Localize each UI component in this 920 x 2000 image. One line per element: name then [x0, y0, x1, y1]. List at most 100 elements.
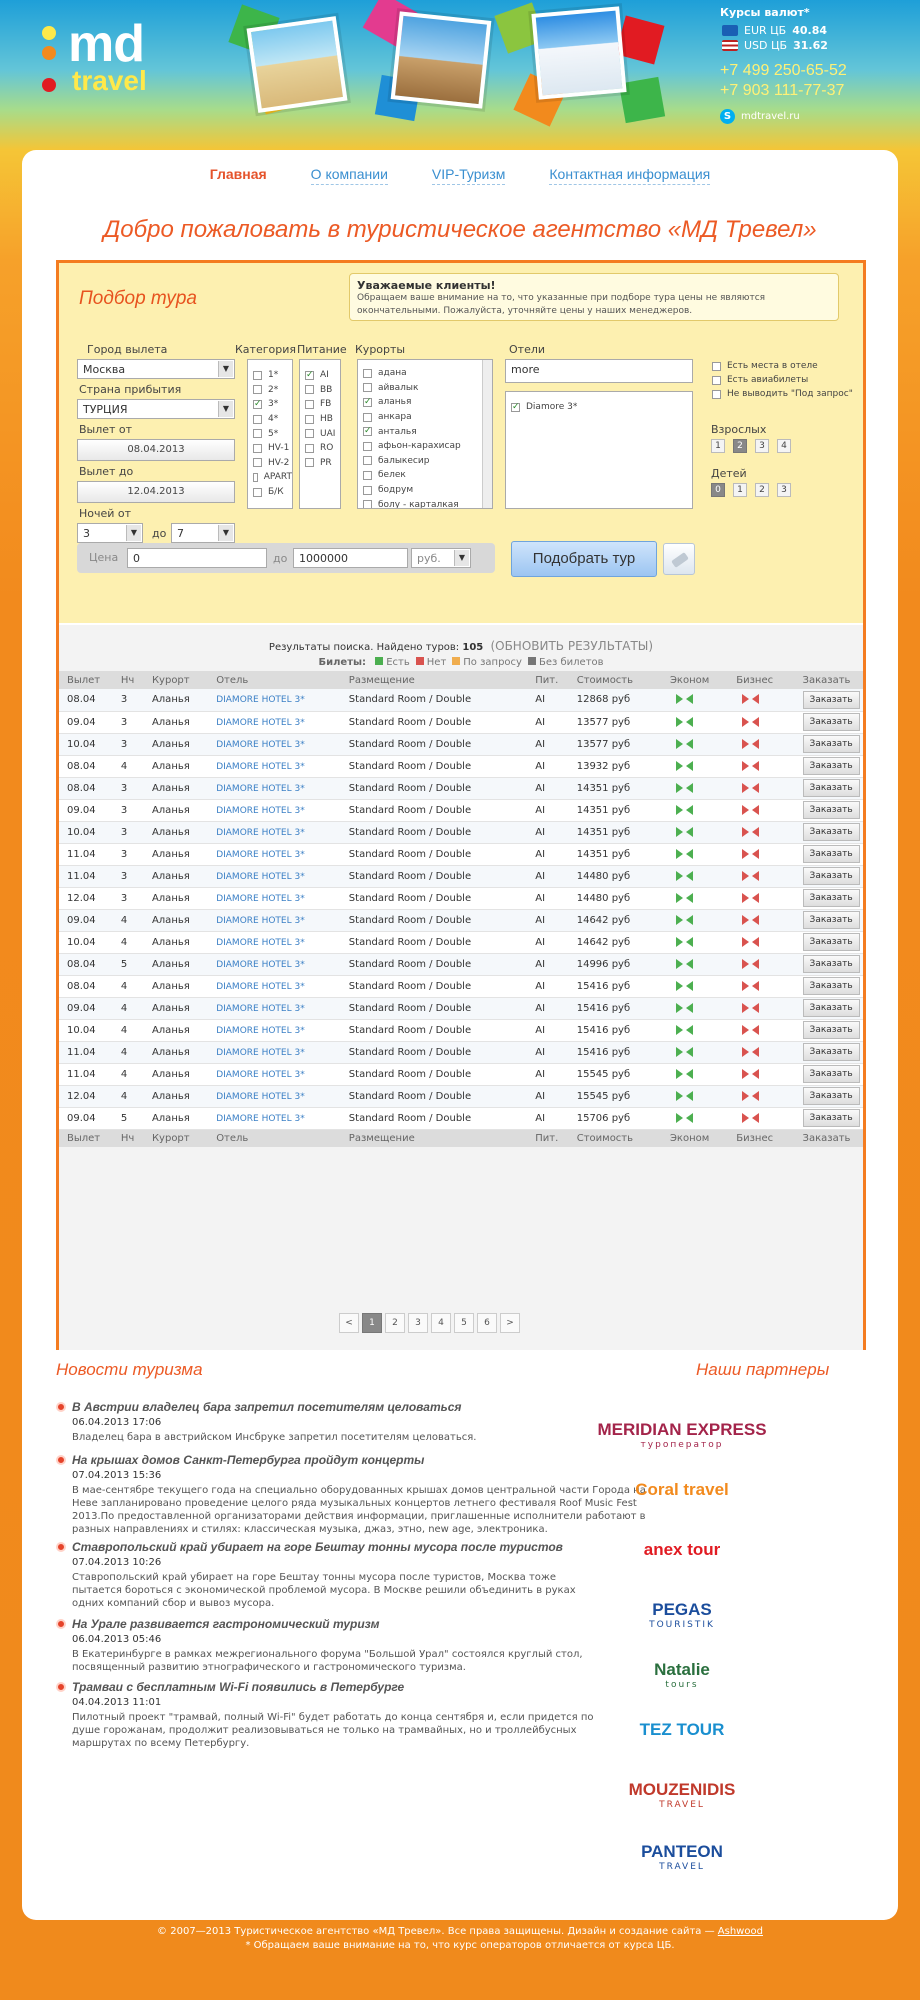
resort-item[interactable]: болу - картал­кая: [358, 497, 492, 508]
resort-item[interactable]: бодрум: [358, 483, 492, 498]
resort-item[interactable]: анкара: [358, 410, 492, 425]
currency-select[interactable]: руб. ▼: [411, 548, 471, 568]
hotel-link[interactable]: DIAMORE HOTEL 3*: [216, 1026, 305, 1036]
table-cell[interactable]: DIAMORE HOTEL 3*: [208, 1041, 341, 1064]
order-button[interactable]: Заказать: [802, 801, 860, 819]
resort-item[interactable]: айвалык: [358, 381, 492, 396]
scrollbar[interactable]: [482, 360, 492, 508]
site-logo[interactable]: md travel: [40, 18, 190, 108]
category-item[interactable]: ✓ 3*: [248, 397, 292, 412]
table-cell[interactable]: DIAMORE HOTEL 3*: [208, 733, 341, 756]
category-list[interactable]: 1* 2* ✓ 3* 4* 5* HV-1 HV-2 APART Б/К: [247, 359, 293, 509]
order-button[interactable]: Заказать: [802, 779, 860, 797]
nights-to-select[interactable]: 7 ▼: [171, 523, 235, 543]
order-button[interactable]: Заказать: [802, 713, 860, 731]
hotels-list[interactable]: ✓ Diamore 3*: [505, 391, 693, 509]
adults-option[interactable]: 2: [733, 439, 747, 453]
order-button[interactable]: Заказать: [802, 889, 860, 907]
news-item-title[interactable]: В Австрии владелец бара запретил посетит…: [56, 1400, 596, 1414]
table-cell[interactable]: DIAMORE HOTEL 3*: [208, 909, 341, 932]
children-option[interactable]: 2: [755, 483, 769, 497]
checkbox-icon[interactable]: [363, 470, 372, 480]
order-button[interactable]: Заказать: [802, 977, 860, 995]
checkbox-icon[interactable]: [712, 389, 721, 399]
table-cell[interactable]: DIAMORE HOTEL 3*: [208, 975, 341, 998]
resort-item[interactable]: белек: [358, 468, 492, 483]
page-button[interactable]: >: [500, 1313, 520, 1333]
hotel-link[interactable]: DIAMORE HOTEL 3*: [216, 894, 305, 904]
page-button[interactable]: 4: [431, 1313, 451, 1333]
hotel-link[interactable]: DIAMORE HOTEL 3*: [216, 1004, 305, 1014]
adults-option[interactable]: 1: [711, 439, 725, 453]
order-button[interactable]: Заказать: [802, 735, 860, 753]
hotel-link[interactable]: DIAMORE HOTEL 3*: [216, 784, 305, 794]
checkbox-icon[interactable]: [305, 385, 314, 395]
hotel-search-input[interactable]: more: [505, 359, 693, 383]
news-title-text[interactable]: На крышах домов Санкт-Петербурга пройдут…: [72, 1453, 424, 1467]
nights-from-select[interactable]: 3 ▼: [77, 523, 143, 543]
checkbox-icon[interactable]: [712, 375, 721, 385]
partner-logo[interactable]: PEGAS TOURISTIK: [562, 1588, 802, 1644]
checkbox-icon[interactable]: [253, 443, 262, 453]
category-item[interactable]: 5*: [248, 426, 292, 441]
page-button[interactable]: 6: [477, 1313, 497, 1333]
hotel-link[interactable]: DIAMORE HOTEL 3*: [216, 982, 305, 992]
phone-2[interactable]: +7 903 111-77-37: [720, 81, 900, 101]
table-cell[interactable]: DIAMORE HOTEL 3*: [208, 777, 341, 800]
order-button[interactable]: Заказать: [802, 1109, 860, 1127]
meal-list[interactable]: ✓ AI BB FB HB UAI RO PR: [299, 359, 341, 509]
search-option[interactable]: Не выводить "Под запрос": [707, 387, 857, 401]
nav-home[interactable]: Главная: [210, 166, 267, 185]
checkbox-icon[interactable]: [363, 368, 372, 378]
checkbox-icon[interactable]: ✓: [253, 399, 262, 409]
date-from-input[interactable]: 08.04.2013: [77, 439, 235, 461]
skype-contact[interactable]: S mdtravel.ru: [720, 109, 900, 124]
category-item[interactable]: 2*: [248, 383, 292, 398]
hotel-link[interactable]: DIAMORE HOTEL 3*: [216, 872, 305, 882]
meal-item[interactable]: UAI: [300, 426, 340, 441]
table-cell[interactable]: DIAMORE HOTEL 3*: [208, 821, 341, 844]
find-tour-button[interactable]: Подобрать тур: [511, 541, 657, 577]
checkbox-icon[interactable]: ✓: [363, 427, 372, 437]
order-button[interactable]: Заказать: [802, 1021, 860, 1039]
footer-author-link[interactable]: Ashwood: [718, 1926, 763, 1937]
category-item[interactable]: 4*: [248, 412, 292, 427]
news-item-title[interactable]: Трамваи с бесплатным Wi-Fi появились в П…: [56, 1680, 596, 1694]
date-to-input[interactable]: 12.04.2013: [77, 481, 235, 503]
news-title-text[interactable]: В Австрии владелец бара запретил посетит…: [72, 1400, 461, 1414]
price-from-input[interactable]: 0: [127, 548, 267, 568]
hotel-link[interactable]: DIAMORE HOTEL 3*: [216, 1048, 305, 1058]
checkbox-icon[interactable]: [253, 458, 262, 468]
page-button[interactable]: 5: [454, 1313, 474, 1333]
table-cell[interactable]: DIAMORE HOTEL 3*: [208, 953, 341, 976]
category-item[interactable]: Б/К: [248, 485, 292, 500]
hotel-link[interactable]: DIAMORE HOTEL 3*: [216, 960, 305, 970]
partner-logo[interactable]: PANTEON TRAVEL: [562, 1830, 802, 1886]
hotel-link[interactable]: DIAMORE HOTEL 3*: [216, 850, 305, 860]
page-button[interactable]: 3: [408, 1313, 428, 1333]
checkbox-icon[interactable]: [305, 443, 314, 453]
nav-vip[interactable]: VIP-Туризм: [431, 166, 506, 185]
checkbox-icon[interactable]: [363, 412, 372, 422]
page-button[interactable]: 2: [385, 1313, 405, 1333]
category-item[interactable]: HV-1: [248, 441, 292, 456]
partner-logo[interactable]: anex tour: [562, 1528, 802, 1584]
meal-item[interactable]: HB: [300, 412, 340, 427]
order-button[interactable]: Заказать: [802, 845, 860, 863]
checkbox-icon[interactable]: [363, 441, 372, 451]
table-cell[interactable]: DIAMORE HOTEL 3*: [208, 931, 341, 954]
order-button[interactable]: Заказать: [802, 1065, 860, 1083]
table-cell[interactable]: DIAMORE HOTEL 3*: [208, 843, 341, 866]
checkbox-icon[interactable]: [305, 399, 314, 409]
table-cell[interactable]: DIAMORE HOTEL 3*: [208, 865, 341, 888]
table-cell[interactable]: DIAMORE HOTEL 3*: [208, 1063, 341, 1086]
resort-item[interactable]: ✓ аланья: [358, 395, 492, 410]
meal-item[interactable]: BB: [300, 383, 340, 398]
order-button[interactable]: Заказать: [802, 933, 860, 951]
refresh-results-link[interactable]: (ОБНОВИТЬ РЕЗУЛЬТАТЫ): [490, 639, 653, 653]
partner-logo[interactable]: Natalie tours: [562, 1648, 802, 1704]
order-button[interactable]: Заказать: [802, 1043, 860, 1061]
order-button[interactable]: Заказать: [802, 999, 860, 1017]
hotel-link[interactable]: DIAMORE HOTEL 3*: [216, 806, 305, 816]
table-cell[interactable]: DIAMORE HOTEL 3*: [208, 1019, 341, 1042]
